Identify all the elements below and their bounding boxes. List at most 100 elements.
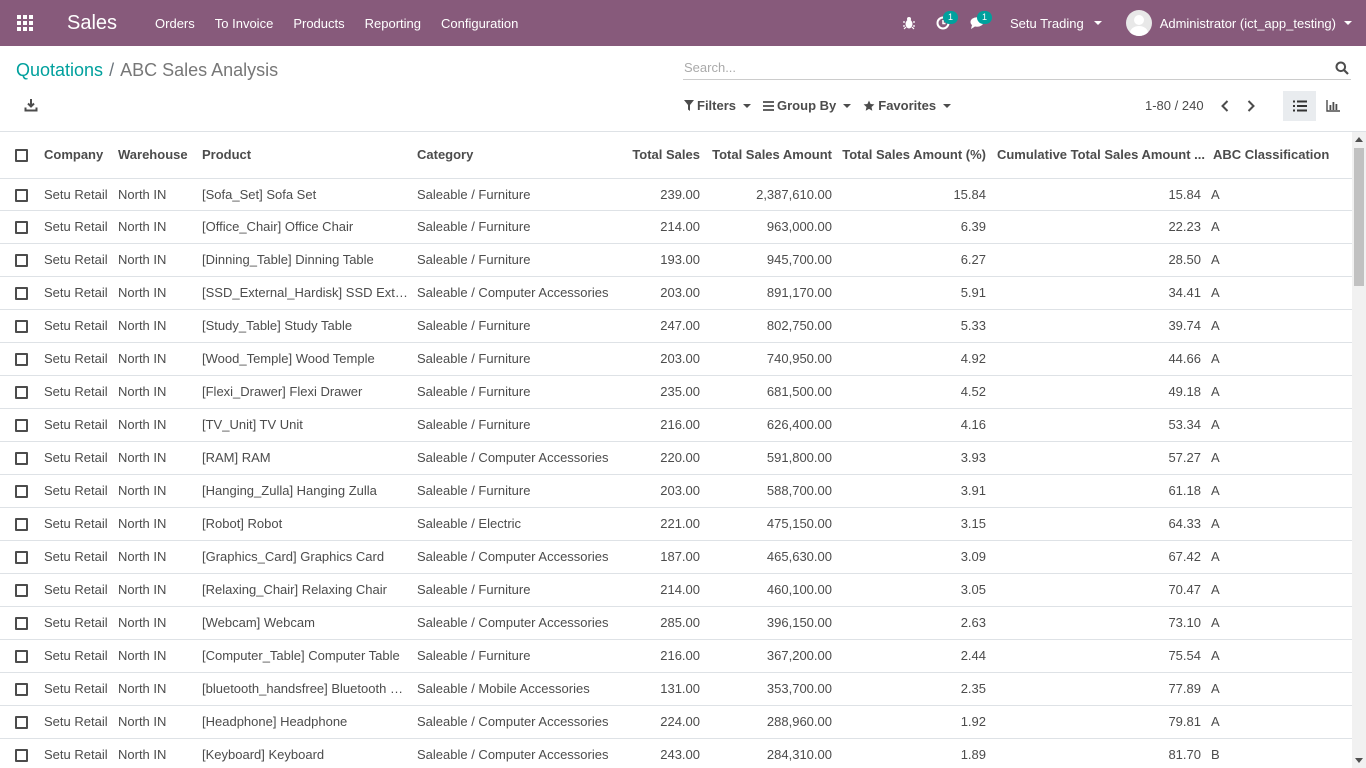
table-cell: 4.52	[836, 375, 990, 409]
table-row[interactable]: Setu Retail North IN [Dinning_Table] Dinni…	[0, 243, 1352, 277]
table-row[interactable]: Setu Retail North IN [Keyboard] Keyboard Sa…	[0, 738, 1352, 768]
table-row[interactable]: Setu Retail North IN [Study_Table] Study T…	[0, 309, 1352, 343]
column-header[interactable]: Product	[198, 132, 413, 179]
menu-to-invoice[interactable]: To Invoice	[205, 0, 284, 46]
column-header[interactable]: Company	[40, 132, 114, 179]
table-cell: Setu Retail	[40, 309, 114, 343]
row-checkbox[interactable]	[0, 705, 40, 739]
table-cell: 681,500.00	[704, 375, 836, 409]
row-checkbox[interactable]	[0, 441, 40, 475]
table-row[interactable]: Setu Retail North IN [Graphics_Card] Graph…	[0, 540, 1352, 574]
table-row[interactable]: Setu Retail North IN [SSD_External_Hardisk…	[0, 276, 1352, 310]
favorites-button[interactable]: Favorites	[863, 98, 952, 113]
scroll-down-icon[interactable]	[1355, 758, 1363, 763]
row-checkbox[interactable]	[0, 474, 40, 508]
row-checkbox[interactable]	[0, 408, 40, 442]
select-all-checkbox[interactable]	[0, 132, 40, 179]
table-row[interactable]: Setu Retail North IN [Sofa_Set] Sofa Set Sa…	[0, 178, 1352, 211]
table-cell: Saleable / Computer Accessories	[413, 738, 616, 768]
table-cell: 3.15	[836, 507, 990, 541]
table-cell: 239.00	[616, 178, 704, 211]
table-cell: 591,800.00	[704, 441, 836, 475]
table-cell: Saleable / Computer Accessories	[413, 276, 616, 310]
table-cell: 243.00	[616, 738, 704, 768]
graph-view-icon[interactable]	[1316, 91, 1349, 121]
column-header[interactable]: Total Sales Amount	[704, 132, 836, 179]
pager-value[interactable]: 1-80 / 240	[1145, 98, 1204, 113]
row-checkbox[interactable]	[0, 210, 40, 244]
table-cell: [Flexi_Drawer] Flexi Drawer	[198, 375, 413, 409]
table-cell: 216.00	[616, 408, 704, 442]
column-header[interactable]: Total Sales	[616, 132, 704, 179]
column-header[interactable]: Warehouse	[114, 132, 198, 179]
chevron-left-icon[interactable]	[1218, 99, 1232, 113]
chevron-right-icon[interactable]	[1244, 99, 1258, 113]
table-cell: 2,387,610.00	[704, 178, 836, 211]
table-row[interactable]: Setu Retail North IN [TV_Unit] TV Unit Sale…	[0, 408, 1352, 442]
row-checkbox[interactable]	[0, 540, 40, 574]
filter-icon	[684, 100, 694, 111]
table-row[interactable]: Setu Retail North IN [Flexi_Drawer] Flexi …	[0, 375, 1352, 409]
row-checkbox[interactable]	[0, 606, 40, 640]
table-cell: North IN	[114, 639, 198, 673]
chevron-down-icon	[743, 103, 752, 108]
table-row[interactable]: Setu Retail North IN [Office_Chair] Office…	[0, 210, 1352, 244]
table-row[interactable]: Setu Retail North IN [Relaxing_Chair] Rela…	[0, 573, 1352, 607]
row-checkbox[interactable]	[0, 276, 40, 310]
table-cell: [Sofa_Set] Sofa Set	[198, 178, 413, 211]
row-checkbox[interactable]	[0, 375, 40, 409]
search-icon[interactable]	[1335, 61, 1349, 78]
table-cell: 626,400.00	[704, 408, 836, 442]
filters-button[interactable]: Filters	[684, 98, 752, 113]
table-cell: 353,700.00	[704, 672, 836, 706]
table-cell: 6.39	[836, 210, 990, 244]
table-cell: Setu Retail	[40, 573, 114, 607]
search-input[interactable]	[683, 58, 1323, 77]
column-header[interactable]: Category	[413, 132, 616, 179]
groupby-button[interactable]: Group By	[763, 98, 852, 113]
row-checkbox[interactable]	[0, 309, 40, 343]
table-row[interactable]: Setu Retail North IN [Wood_Temple] Wood Te…	[0, 342, 1352, 376]
menu-configuration[interactable]: Configuration	[431, 0, 528, 46]
scroll-thumb[interactable]	[1354, 148, 1364, 286]
table-row[interactable]: Setu Retail North IN [bluetooth_handsfree]…	[0, 672, 1352, 706]
table-cell: Saleable / Furniture	[413, 573, 616, 607]
row-checkbox[interactable]	[0, 672, 40, 706]
column-header[interactable]: Cumulative Total Sales Amount ...	[990, 132, 1209, 179]
row-checkbox[interactable]	[0, 507, 40, 541]
row-checkbox[interactable]	[0, 738, 40, 768]
column-header[interactable]: ABC Classification	[1209, 132, 1352, 179]
table-row[interactable]: Setu Retail North IN [Robot] Robot Saleable…	[0, 507, 1352, 541]
user-menu[interactable]: Administrator (ict_app_testing)	[1114, 10, 1366, 36]
activity-clock-icon[interactable]: 1	[926, 0, 960, 46]
apps-menu-icon[interactable]	[0, 0, 50, 46]
row-checkbox[interactable]	[0, 573, 40, 607]
table-row[interactable]: Setu Retail North IN [Headphone] Headphone…	[0, 705, 1352, 739]
table-row[interactable]: Setu Retail North IN [Webcam] Webcam Saleab…	[0, 606, 1352, 640]
breadcrumb-quotations[interactable]: Quotations	[16, 60, 103, 80]
table-cell: 79.81	[990, 705, 1209, 739]
table-row[interactable]: Setu Retail North IN [Computer_Table] Comp…	[0, 639, 1352, 673]
row-checkbox[interactable]	[0, 639, 40, 673]
table-cell: 39.74	[990, 309, 1209, 343]
menu-orders[interactable]: Orders	[145, 0, 205, 46]
debug-bug-icon[interactable]	[892, 0, 926, 46]
download-icon[interactable]	[24, 98, 38, 115]
company-switcher[interactable]: Setu Trading	[996, 16, 1114, 31]
table-row[interactable]: Setu Retail North IN [RAM] RAM Saleable / C…	[0, 441, 1352, 475]
row-checkbox[interactable]	[0, 243, 40, 277]
messages-chat-icon[interactable]: 1	[960, 0, 996, 46]
table-row[interactable]: Setu Retail North IN [Hanging_Zulla] Hangi…	[0, 474, 1352, 508]
row-checkbox[interactable]	[0, 178, 40, 211]
row-checkbox[interactable]	[0, 342, 40, 376]
scroll-up-icon[interactable]	[1355, 137, 1363, 142]
app-title[interactable]: Sales	[67, 12, 117, 35]
table-cell: [Wood_Temple] Wood Temple	[198, 342, 413, 376]
menu-products[interactable]: Products	[283, 0, 354, 46]
vertical-scrollbar[interactable]	[1352, 132, 1366, 768]
table-cell: Setu Retail	[40, 441, 114, 475]
column-header[interactable]: Total Sales Amount (%)	[836, 132, 990, 179]
menu-reporting[interactable]: Reporting	[355, 0, 431, 46]
list-view-icon[interactable]	[1283, 91, 1316, 121]
table-cell: North IN	[114, 705, 198, 739]
